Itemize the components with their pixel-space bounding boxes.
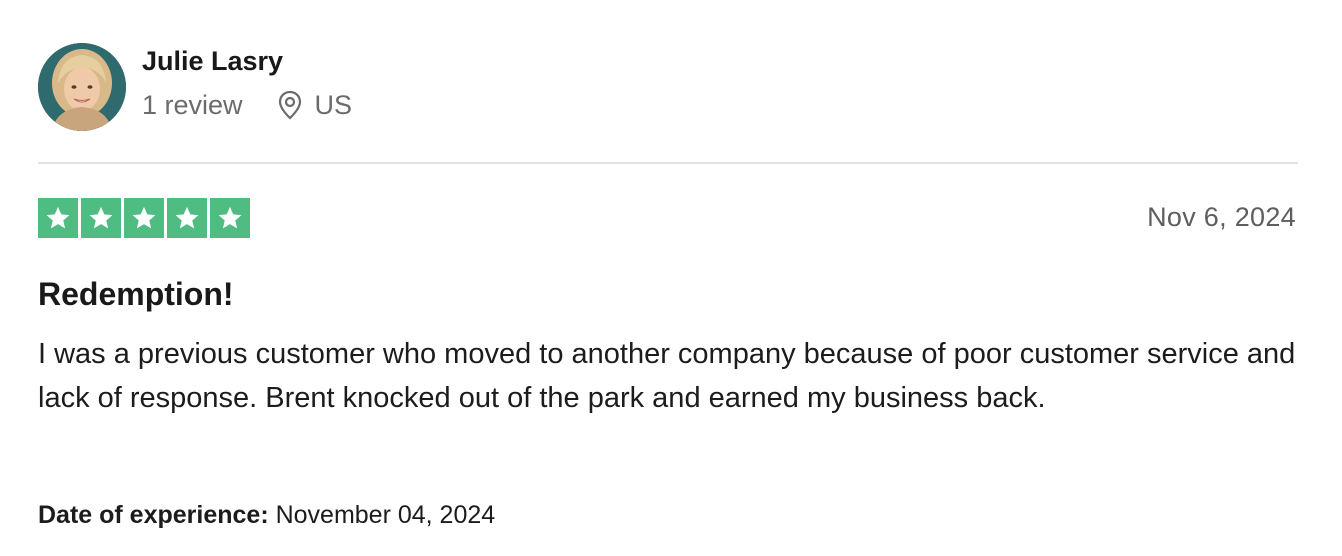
star-icon xyxy=(210,198,250,238)
avatar-photo-icon xyxy=(38,43,126,131)
review-title[interactable]: Redemption! xyxy=(38,274,234,314)
reviewer-header: Julie Lasry 1 review US xyxy=(38,42,1298,132)
review-card: Julie Lasry 1 review US Nov 6, 2024 Rede… xyxy=(38,42,1298,529)
reviewer-location: US xyxy=(314,90,353,120)
location-pin-icon xyxy=(277,90,303,120)
review-body: I was a previous customer who moved to a… xyxy=(38,338,1296,414)
reviewer-meta: 1 review US xyxy=(142,89,352,121)
date-of-experience: Date of experience: November 04, 2024 xyxy=(38,498,495,532)
star-icon xyxy=(81,198,121,238)
star-rating xyxy=(38,198,1298,238)
reviewer-info: Julie Lasry 1 review US xyxy=(142,46,352,121)
reviewer-name[interactable]: Julie Lasry xyxy=(142,45,352,77)
star-icon xyxy=(38,198,78,238)
divider xyxy=(38,162,1298,164)
review-count: 1 review xyxy=(142,90,243,120)
experience-date: November 04, 2024 xyxy=(275,501,496,529)
star-icon xyxy=(124,198,164,238)
star-icon xyxy=(167,198,207,238)
experience-label: Date of experience: xyxy=(38,501,269,529)
review-date: Nov 6, 2024 xyxy=(1147,202,1296,232)
avatar[interactable] xyxy=(38,43,126,131)
rating-row: Nov 6, 2024 xyxy=(38,198,1298,238)
